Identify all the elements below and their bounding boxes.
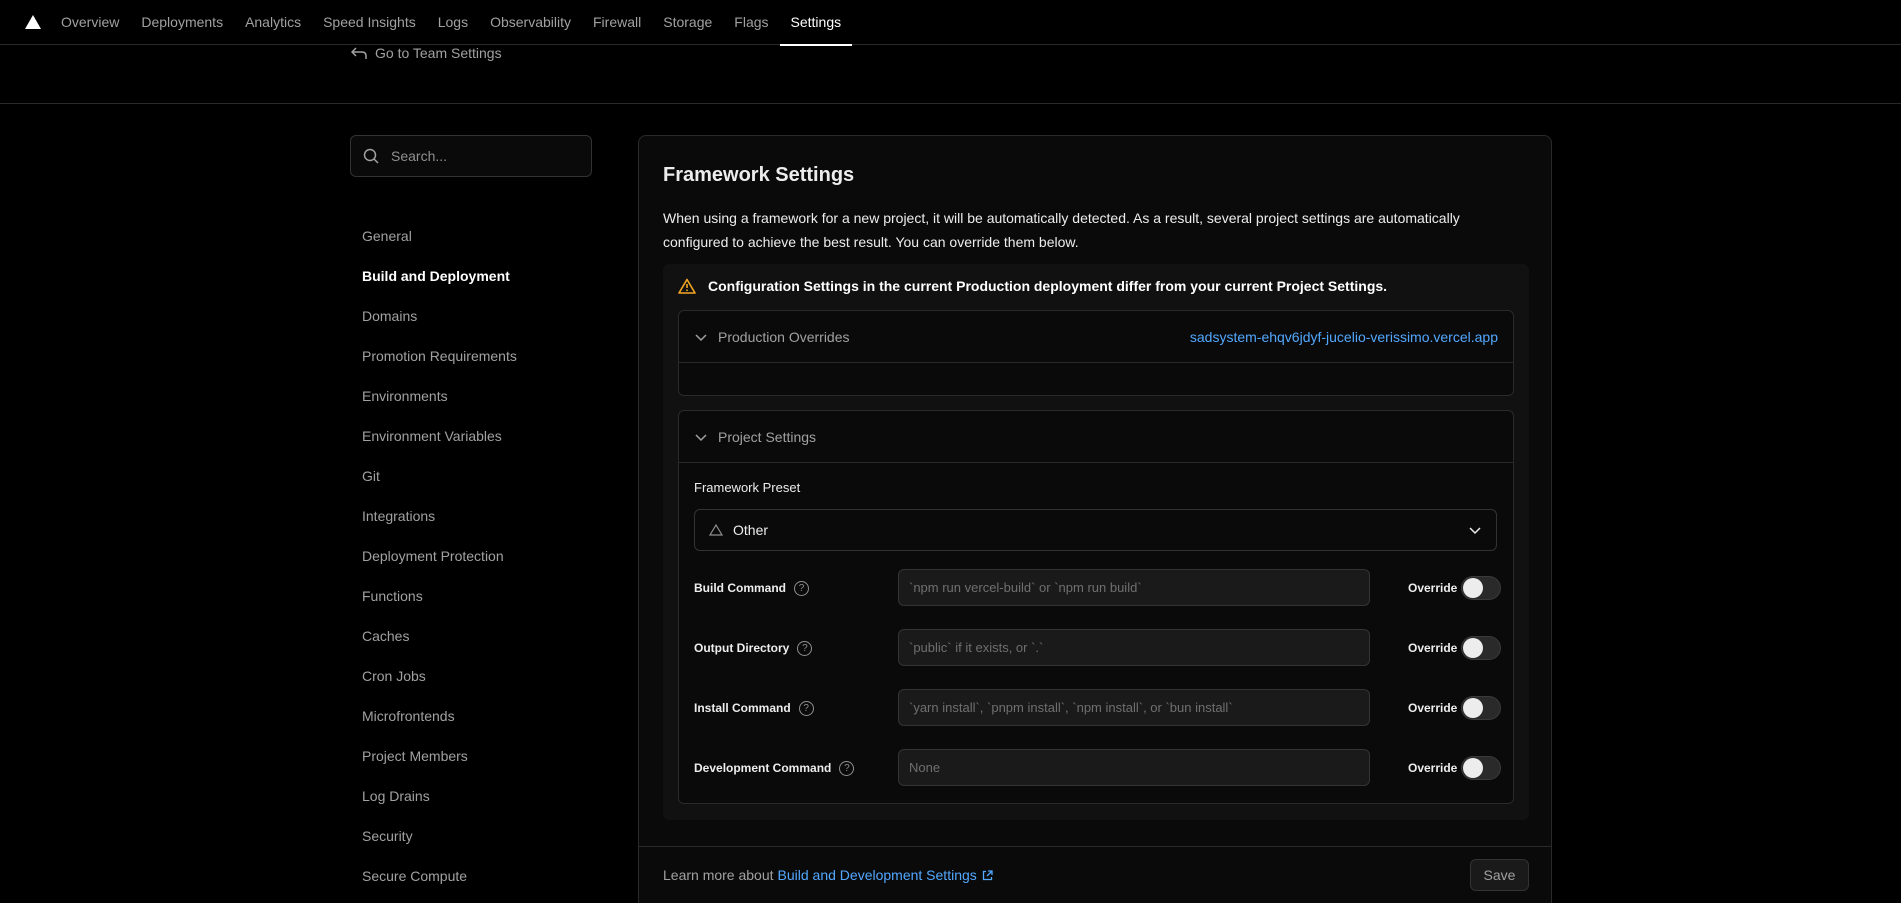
tab-analytics[interactable]: Analytics [234,0,312,45]
tab-flags[interactable]: Flags [723,0,779,45]
help-icon[interactable]: ? [798,700,814,716]
sidebar-item-microfrontends[interactable]: Microfrontends [362,696,517,736]
framework-preset-value: Other [733,522,769,538]
build-command-input[interactable] [898,569,1370,606]
tab-firewall[interactable]: Firewall [582,0,652,45]
project-settings-body: Framework Preset Other Build Command? Ov… [679,464,1513,804]
chevron-down-icon [695,433,707,441]
sidebar-item-git[interactable]: Git [362,456,517,496]
install-command-input[interactable] [898,689,1370,726]
output-directory-input[interactable] [898,629,1370,666]
footer-learn-more: Learn more about Build and Development S… [663,847,993,903]
chevron-down-icon [1469,527,1481,535]
chevron-down-icon [695,333,707,341]
return-arrow-icon [351,47,367,59]
warning-icon [678,278,696,294]
sidebar-item-functions[interactable]: Functions [362,576,517,616]
framework-triangle-icon [709,524,723,536]
save-button[interactable]: Save [1470,859,1529,891]
configuration-warning-box: Configuration Settings in the current Pr… [663,264,1529,820]
development-command-override-toggle[interactable] [1461,756,1501,780]
install-command-override-toggle[interactable] [1461,696,1501,720]
production-overrides-header[interactable]: Production Overrides sadsystem-ehqv6jdyf… [679,311,1513,363]
production-deployment-link[interactable]: sadsystem-ehqv6jdyf-jucelio-verissimo.ve… [1190,329,1498,345]
help-icon[interactable]: ? [794,580,809,596]
build-command-override-toggle[interactable] [1461,576,1501,600]
sidebar-item-secure-compute[interactable]: Secure Compute [362,856,517,896]
top-nav: Overview Deployments Analytics Speed Ins… [0,0,1901,46]
footer-link-label: Build and Development Settings [777,867,977,883]
vercel-logo-icon[interactable] [24,14,42,30]
sidebar-item-environments[interactable]: Environments [362,376,517,416]
override-label: Override [1408,701,1458,715]
framework-settings-card: Framework Settings When using a framewor… [638,135,1552,903]
build-command-row: Build Command? Override [694,569,1501,607]
settings-search[interactable] [350,135,592,177]
warning-text: Configuration Settings in the current Pr… [708,278,1388,294]
tab-storage[interactable]: Storage [652,0,723,45]
override-label: Override [1408,761,1458,775]
project-settings-header[interactable]: Project Settings [679,411,1513,463]
install-command-label: Install Command? [694,689,814,727]
search-input[interactable] [391,148,579,164]
search-icon [363,148,379,164]
card-title: Framework Settings [663,164,855,186]
sidebar-item-environment-variables[interactable]: Environment Variables [362,416,517,456]
project-settings-panel: Project Settings Framework Preset Other … [678,410,1514,804]
sidebar-item-project-members[interactable]: Project Members [362,736,517,776]
help-icon[interactable]: ? [839,760,855,776]
override-label: Override [1408,641,1458,655]
back-link-label: Go to Team Settings [375,45,502,61]
output-directory-row: Output Directory? Override [694,629,1501,667]
output-directory-override-toggle[interactable] [1461,636,1501,660]
framework-preset-select[interactable]: Other [694,509,1497,551]
footer-text: Learn more about [663,867,774,883]
tab-deployments[interactable]: Deployments [130,0,234,45]
external-link-icon [982,869,993,880]
tab-speed-insights[interactable]: Speed Insights [312,0,427,45]
build-and-development-settings-link[interactable]: Build and Development Settings [778,867,993,883]
tab-settings[interactable]: Settings [779,0,853,46]
development-command-label: Development Command? [694,749,855,787]
warning-message: Configuration Settings in the current Pr… [678,278,1387,294]
sidebar-item-caches[interactable]: Caches [362,616,517,656]
sidebar-item-integrations[interactable]: Integrations [362,496,517,536]
framework-preset-label: Framework Preset [694,480,801,495]
build-command-label: Build Command? [694,569,809,607]
development-command-input[interactable] [898,749,1370,786]
tab-overview[interactable]: Overview [50,0,130,45]
sidebar-item-security[interactable]: Security [362,816,517,856]
settings-sidebar: General Build and Deployment Domains Pro… [362,216,517,896]
override-label: Override [1408,581,1458,595]
production-overrides-label: Production Overrides [718,328,850,345]
install-command-row: Install Command? Override [694,689,1501,727]
back-to-team-settings-link[interactable]: Go to Team Settings [351,45,502,61]
help-icon[interactable]: ? [797,640,813,656]
development-command-row: Development Command? Override [694,749,1501,787]
sidebar-item-cron-jobs[interactable]: Cron Jobs [362,656,517,696]
production-overrides-panel: Production Overrides sadsystem-ehqv6jdyf… [678,310,1514,396]
page-header: Go to Team Settings [0,45,1901,104]
sidebar-item-general[interactable]: General [362,216,517,256]
card-footer: Learn more about Build and Development S… [639,846,1551,903]
tab-logs[interactable]: Logs [427,0,479,45]
output-directory-label: Output Directory? [694,629,813,667]
project-settings-label: Project Settings [718,428,817,445]
card-description: When using a framework for a new project… [663,210,1460,250]
sidebar-item-domains[interactable]: Domains [362,296,517,336]
tab-observability[interactable]: Observability [479,0,582,45]
sidebar-item-deployment-protection[interactable]: Deployment Protection [362,536,517,576]
sidebar-item-promotion-requirements[interactable]: Promotion Requirements [362,336,517,376]
sidebar-item-log-drains[interactable]: Log Drains [362,776,517,816]
sidebar-item-build-and-deployment[interactable]: Build and Deployment [362,256,517,296]
nav-tabs: Overview Deployments Analytics Speed Ins… [50,0,853,46]
